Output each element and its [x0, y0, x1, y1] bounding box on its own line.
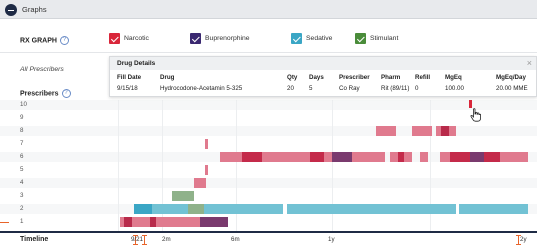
rx-bar-narcotic[interactable]	[310, 152, 324, 162]
prescriber-row-label: 4	[20, 179, 24, 186]
timeline-range-handle[interactable]	[142, 235, 147, 245]
cell-drug: Hydrocodone-Acetamin 5-325	[160, 85, 243, 92]
rx-bar-narcotic[interactable]	[398, 152, 404, 162]
gridline	[118, 100, 119, 232]
legend-narcotic[interactable]: Narcotic	[109, 33, 149, 44]
rx-bar-narcotic[interactable]	[124, 217, 132, 227]
legend-buprenorphine[interactable]: Buprenorphine	[190, 33, 250, 44]
legend-label: Stimulant	[370, 35, 399, 42]
prescriber-row-label: 1	[20, 218, 24, 225]
timeline-tick: 2m	[162, 236, 171, 243]
prescribers-label: Prescribers?	[20, 89, 71, 98]
hand-pointer-icon	[470, 108, 482, 124]
cell-qty: 20	[287, 85, 294, 92]
rx-bar-narcotic-hovered[interactable]	[469, 100, 472, 108]
timeline-divider	[0, 231, 537, 233]
checkbox-checked-icon[interactable]	[355, 33, 366, 44]
rx-bar-narcotic[interactable]	[420, 152, 428, 162]
rx-bar-narcotic[interactable]	[205, 165, 208, 175]
prescriber-row-label: 5	[20, 166, 24, 173]
rx-bar-narcotic[interactable]	[194, 178, 206, 188]
cell-mgeq: 100.00	[445, 85, 464, 92]
rx-bar-narcotic[interactable]	[205, 139, 208, 149]
timeline-tick: 1y	[328, 236, 335, 243]
legend-label: Buprenorphine	[205, 35, 250, 42]
col-header-prescriber: Prescriber	[339, 74, 370, 81]
checkbox-checked-icon[interactable]	[291, 33, 302, 44]
close-icon[interactable]: ×	[527, 58, 532, 68]
rx-bar-narcotic[interactable]	[441, 126, 449, 136]
rx-bar-buprenorphine[interactable]	[470, 152, 484, 162]
prescriber-row-label: 7	[20, 140, 24, 147]
checkbox-checked-icon[interactable]	[190, 33, 201, 44]
cell-prescriber: Co Ray	[339, 85, 360, 92]
row-background	[0, 178, 537, 188]
checkbox-checked-icon[interactable]	[109, 33, 120, 44]
timeline-tick: 6m	[231, 236, 240, 243]
popup-title: Drug Details	[117, 60, 156, 67]
cell-refill: 0	[415, 85, 419, 92]
cell-mgeq-day: 20.00 MME	[496, 85, 528, 92]
cell-pharm: Rit (89/11)	[381, 85, 410, 92]
divider	[0, 52, 537, 53]
col-header-drug: Drug	[160, 74, 175, 81]
row-background	[0, 100, 537, 110]
cell-fill-date: 9/15/18	[117, 85, 138, 92]
legend-sedative[interactable]: Sedative	[291, 33, 332, 44]
range-marker	[0, 222, 9, 223]
rx-graph-label: RX GRAPH?	[20, 36, 69, 45]
rx-graph-text: RX GRAPH	[20, 37, 57, 45]
col-header-pharm: Pharm	[381, 74, 401, 81]
cell-days: 5	[309, 85, 313, 92]
help-icon[interactable]: ?	[61, 89, 71, 98]
col-header-mgeq-day: MgEq/Day	[496, 74, 526, 81]
prescriber-row-label: 10	[20, 101, 27, 108]
timeline-tick: 9/21	[131, 236, 144, 243]
col-header-qty: Qty	[287, 74, 298, 81]
panel-title: Graphs	[22, 5, 47, 14]
col-header-days: Days	[309, 74, 324, 81]
prescriber-row-label: 6	[20, 153, 24, 160]
rx-bar-narcotic[interactable]	[242, 152, 262, 162]
rx-bar-stimulant[interactable]	[172, 191, 194, 201]
timeline-tick: 2y	[520, 236, 527, 243]
popup-header: Drug Details ×	[110, 57, 536, 70]
col-header-refill: Refill	[415, 74, 431, 81]
prescriber-filter-select[interactable]: All Prescribers	[20, 66, 64, 73]
rx-bar-sedative[interactable]	[134, 204, 152, 214]
prescriber-row-label: 8	[20, 127, 24, 134]
rx-bar-stimulant[interactable]	[188, 204, 204, 214]
rx-bar-narcotic[interactable]	[412, 126, 432, 136]
prescriber-row-label: 3	[20, 192, 24, 199]
prescribers-text: Prescribers	[20, 90, 59, 98]
help-icon[interactable]: ?	[59, 36, 69, 45]
collapse-minus-icon[interactable]	[5, 4, 17, 16]
timeline-label: Timeline	[20, 236, 49, 243]
legend-label: Sedative	[306, 35, 333, 42]
rx-bar-gap	[283, 204, 287, 214]
col-header-mgeq: MgEq	[445, 74, 462, 81]
col-header-fill-date: Fill Date	[117, 74, 142, 81]
legend-label: Narcotic	[124, 35, 149, 42]
timeline-range-handle[interactable]	[516, 235, 521, 245]
legend-stimulant[interactable]: Stimulant	[355, 33, 398, 44]
drug-details-popup: Drug Details × Fill Date Drug Qty Days P…	[109, 56, 537, 97]
title-bar: Graphs	[0, 0, 537, 19]
rx-bar-narcotic[interactable]	[376, 126, 396, 136]
rx-bar-buprenorphine[interactable]	[332, 152, 352, 162]
rx-bar-gap	[456, 204, 459, 214]
rx-bar-narcotic[interactable]	[150, 217, 156, 227]
row-background	[0, 126, 537, 136]
rx-bar-buprenorphine[interactable]	[200, 217, 228, 227]
prescriber-row-label: 9	[20, 114, 24, 121]
prescriber-row-label: 2	[20, 205, 24, 212]
